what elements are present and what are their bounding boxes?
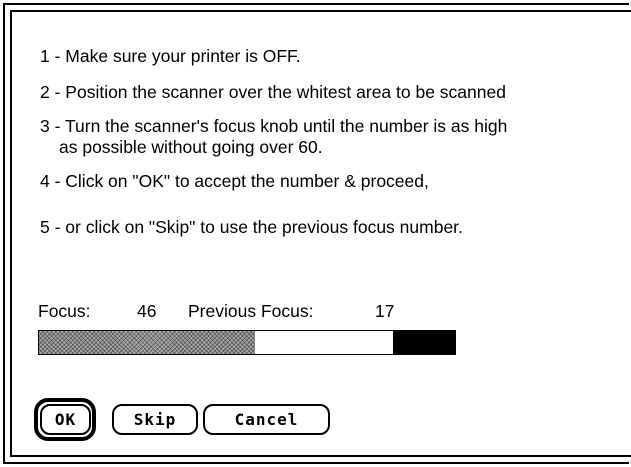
focus-label: Focus: [38,301,91,321]
focus-level-fill [39,331,256,354]
focus-level-bar [38,330,456,355]
instruction-step-3: 3 - Turn the scanner's focus knob until … [40,116,508,136]
focus-limit-zone [392,331,455,354]
instruction-step-5: 5 - or click on "Skip" to use the previo… [40,217,463,237]
instruction-step-4: 4 - Click on "OK" to accept the number &… [40,171,429,191]
instruction-step-2: 2 - Position the scanner over the whites… [40,82,506,102]
instruction-step-3-continuation: as possible without going over 60. [59,137,323,157]
previous-focus-value: 17 [375,301,395,321]
instruction-step-1: 1 - Make sure your printer is OFF. [40,46,301,66]
ok-button[interactable]: OK [40,404,91,435]
skip-button[interactable]: Skip [112,404,198,435]
focus-value: 46 [137,301,157,321]
cancel-button[interactable]: Cancel [203,404,330,435]
dialog-inner-frame: 1 - Make sure your printer is OFF. 2 - P… [10,10,631,457]
previous-focus-label: Previous Focus: [188,301,314,321]
